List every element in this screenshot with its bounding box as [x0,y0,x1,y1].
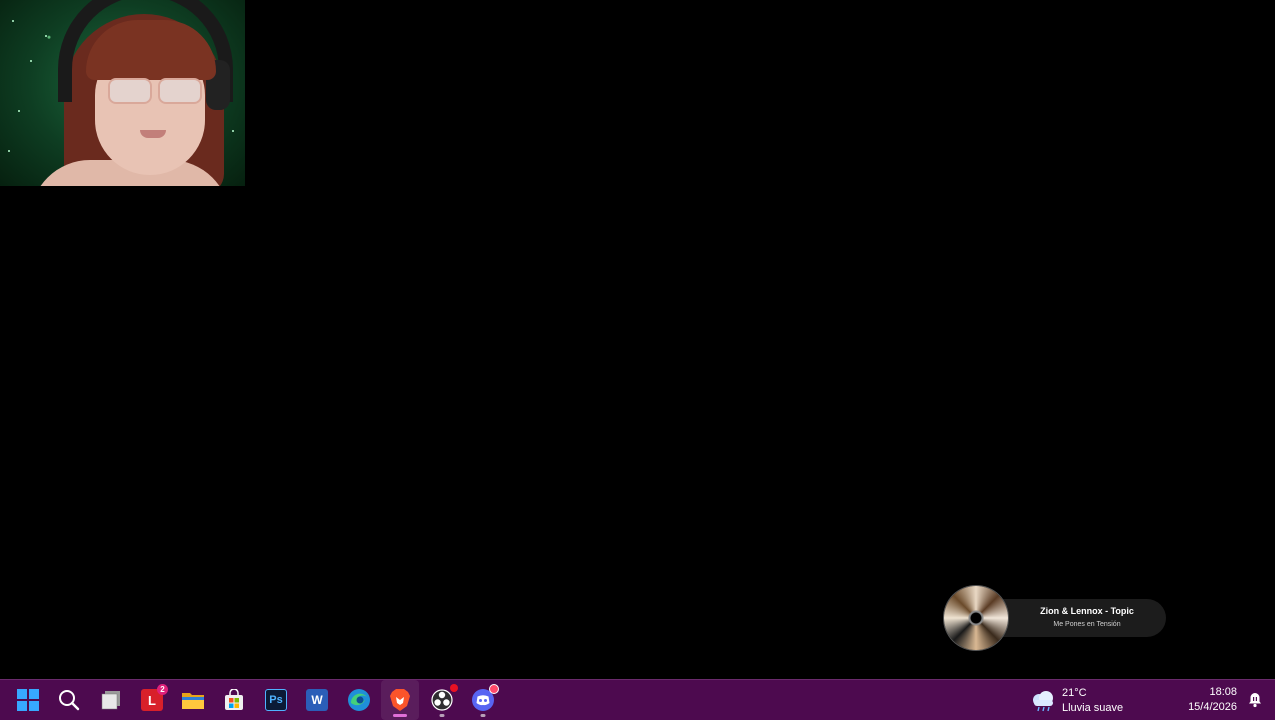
taskbar: L 2 Ps W 21°C Lluvia suave 18:08 15/4/20… [0,679,1275,720]
album-art-disc [944,586,1008,650]
taskbar-file-explorer[interactable] [174,680,212,720]
windows-logo-icon [17,689,39,711]
taskbar-word[interactable]: W [298,680,336,720]
clock-time: 18:08 [1209,686,1237,698]
taskbar-edge[interactable] [340,680,378,720]
search-button[interactable] [50,680,88,720]
edge-icon [348,689,370,711]
now-playing-artist: Zion & Lennox - Topic [1040,606,1134,616]
weather-temperature: 21°C [1062,687,1087,699]
clock-date: 15/4/2026 [1188,701,1237,713]
taskbar-microsoft-store[interactable] [215,680,253,720]
webcam-overlay [0,0,245,186]
taskbar-brave[interactable] [381,680,419,720]
running-indicator [480,714,486,717]
system-clock[interactable]: 18:08 15/4/2026 [1188,685,1237,715]
now-playing-widget[interactable]: Zion & Lennox - Topic Me Pones en Tensió… [940,586,1170,650]
word-icon: W [306,689,328,711]
notification-dot-badge [489,684,499,694]
taskbar-photoshop[interactable]: Ps [257,680,295,720]
recording-dot-badge [450,684,458,692]
notification-badge: 2 [157,684,168,695]
taskbar-discord[interactable] [464,680,502,720]
weather-condition: Lluvia suave [1062,702,1124,714]
taskbar-obs[interactable] [423,680,461,720]
task-view-icon [101,691,120,710]
weather-widget[interactable]: 21°C Lluvia suave [1030,686,1140,716]
brave-icon [390,689,410,711]
start-button[interactable] [9,680,47,720]
folder-icon [182,693,204,709]
obs-icon [431,689,453,711]
active-window-indicator [393,714,407,717]
taskbar-app-l[interactable]: L 2 [133,680,171,720]
store-icon [225,689,243,710]
notification-bell-icon[interactable] [1247,692,1263,708]
rain-cloud-icon [1033,691,1053,712]
now-playing-title: Me Pones en Tensión [1053,621,1121,628]
search-icon [59,690,80,711]
running-indicator [439,714,445,717]
photoshop-icon: Ps [265,689,287,711]
task-view-button[interactable] [92,680,130,720]
